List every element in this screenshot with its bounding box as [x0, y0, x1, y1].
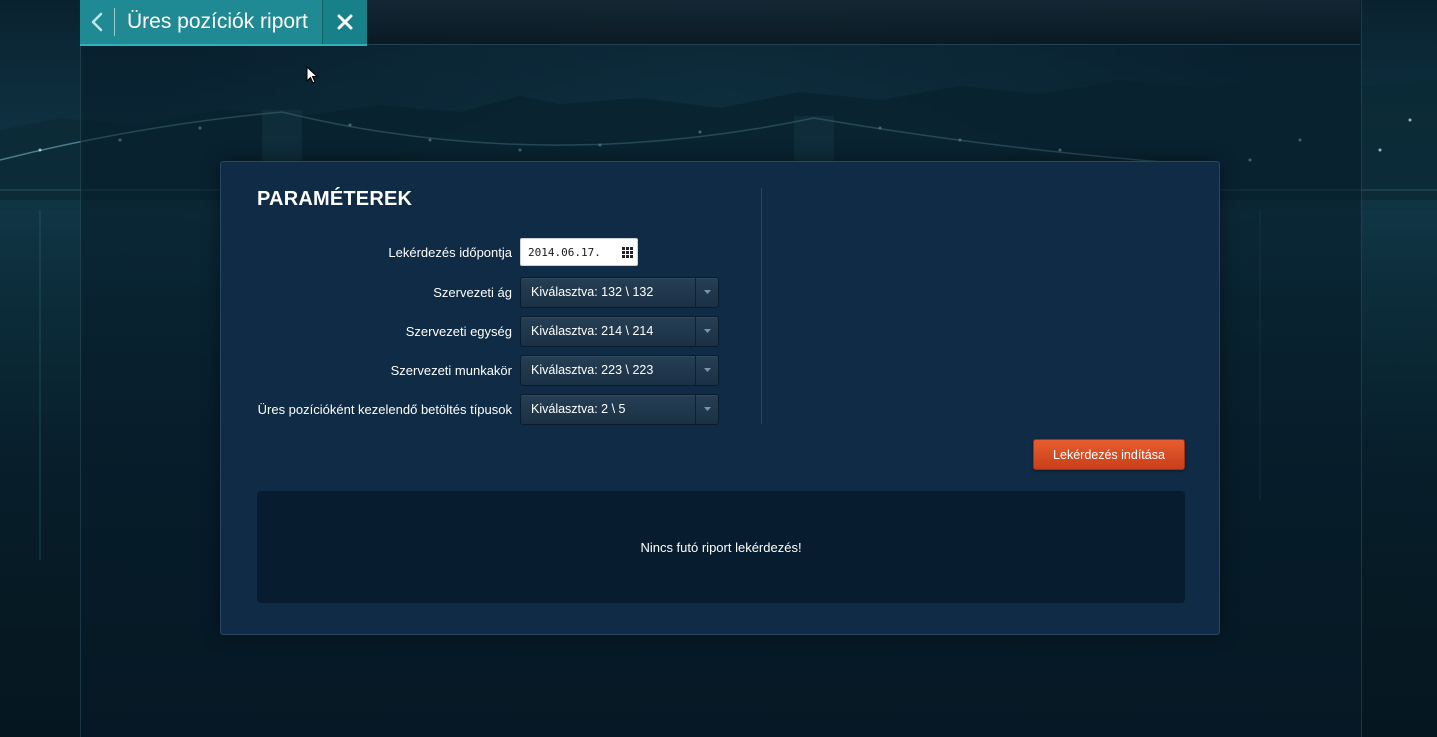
page-title: Üres pozíciók riport	[127, 10, 308, 33]
unit-label: Szervezeti egység	[405, 323, 512, 339]
close-button[interactable]	[321, 0, 367, 44]
panel-heading: PARAMÉTEREK	[257, 188, 413, 210]
chevron-down-icon[interactable]	[695, 277, 718, 307]
chevron-down-icon[interactable]	[695, 355, 718, 385]
branch-label: Szervezeti ág	[433, 284, 512, 300]
parameters-panel: PARAMÉTEREK Lekérdezés időpontja Szervez…	[220, 161, 1220, 635]
unit-select[interactable]: Kiválasztva: 214 \ 214	[520, 315, 719, 347]
branch-select[interactable]: Kiválasztva: 132 \ 132	[520, 276, 719, 308]
chevron-down-icon[interactable]	[695, 394, 718, 424]
back-button[interactable]	[80, 0, 114, 44]
branch-select-value: Kiválasztva: 132 \ 132	[531, 285, 654, 299]
job-label: Szervezeti munkakör	[390, 362, 512, 378]
date-label: Lekérdezés időpontja	[388, 244, 512, 260]
chevron-left-icon	[91, 12, 103, 32]
job-select[interactable]: Kiválasztva: 223 \ 223	[520, 354, 719, 386]
unit-select-value: Kiválasztva: 214 \ 214	[531, 324, 654, 338]
calendar-grid-icon[interactable]	[622, 247, 633, 258]
date-input[interactable]	[521, 244, 620, 260]
status-area: Nincs futó riport lekérdezés!	[257, 491, 1185, 603]
job-select-value: Kiválasztva: 223 \ 223	[531, 363, 654, 377]
date-field[interactable]	[520, 238, 638, 266]
load-types-select[interactable]: Kiválasztva: 2 \ 5	[520, 393, 719, 425]
chevron-down-icon[interactable]	[695, 316, 718, 346]
load-types-select-value: Kiválasztva: 2 \ 5	[531, 402, 626, 416]
load-types-label: Üres pozícióként kezelendő betöltés típu…	[257, 401, 512, 417]
mouse-cursor-icon	[306, 66, 318, 84]
run-query-button[interactable]: Lekérdezés indítása	[1033, 439, 1185, 470]
status-message: Nincs futó riport lekérdezés!	[640, 539, 802, 555]
window-tab: Üres pozíciók riport	[80, 0, 367, 46]
panel-divider	[761, 188, 762, 424]
close-icon	[337, 14, 353, 30]
